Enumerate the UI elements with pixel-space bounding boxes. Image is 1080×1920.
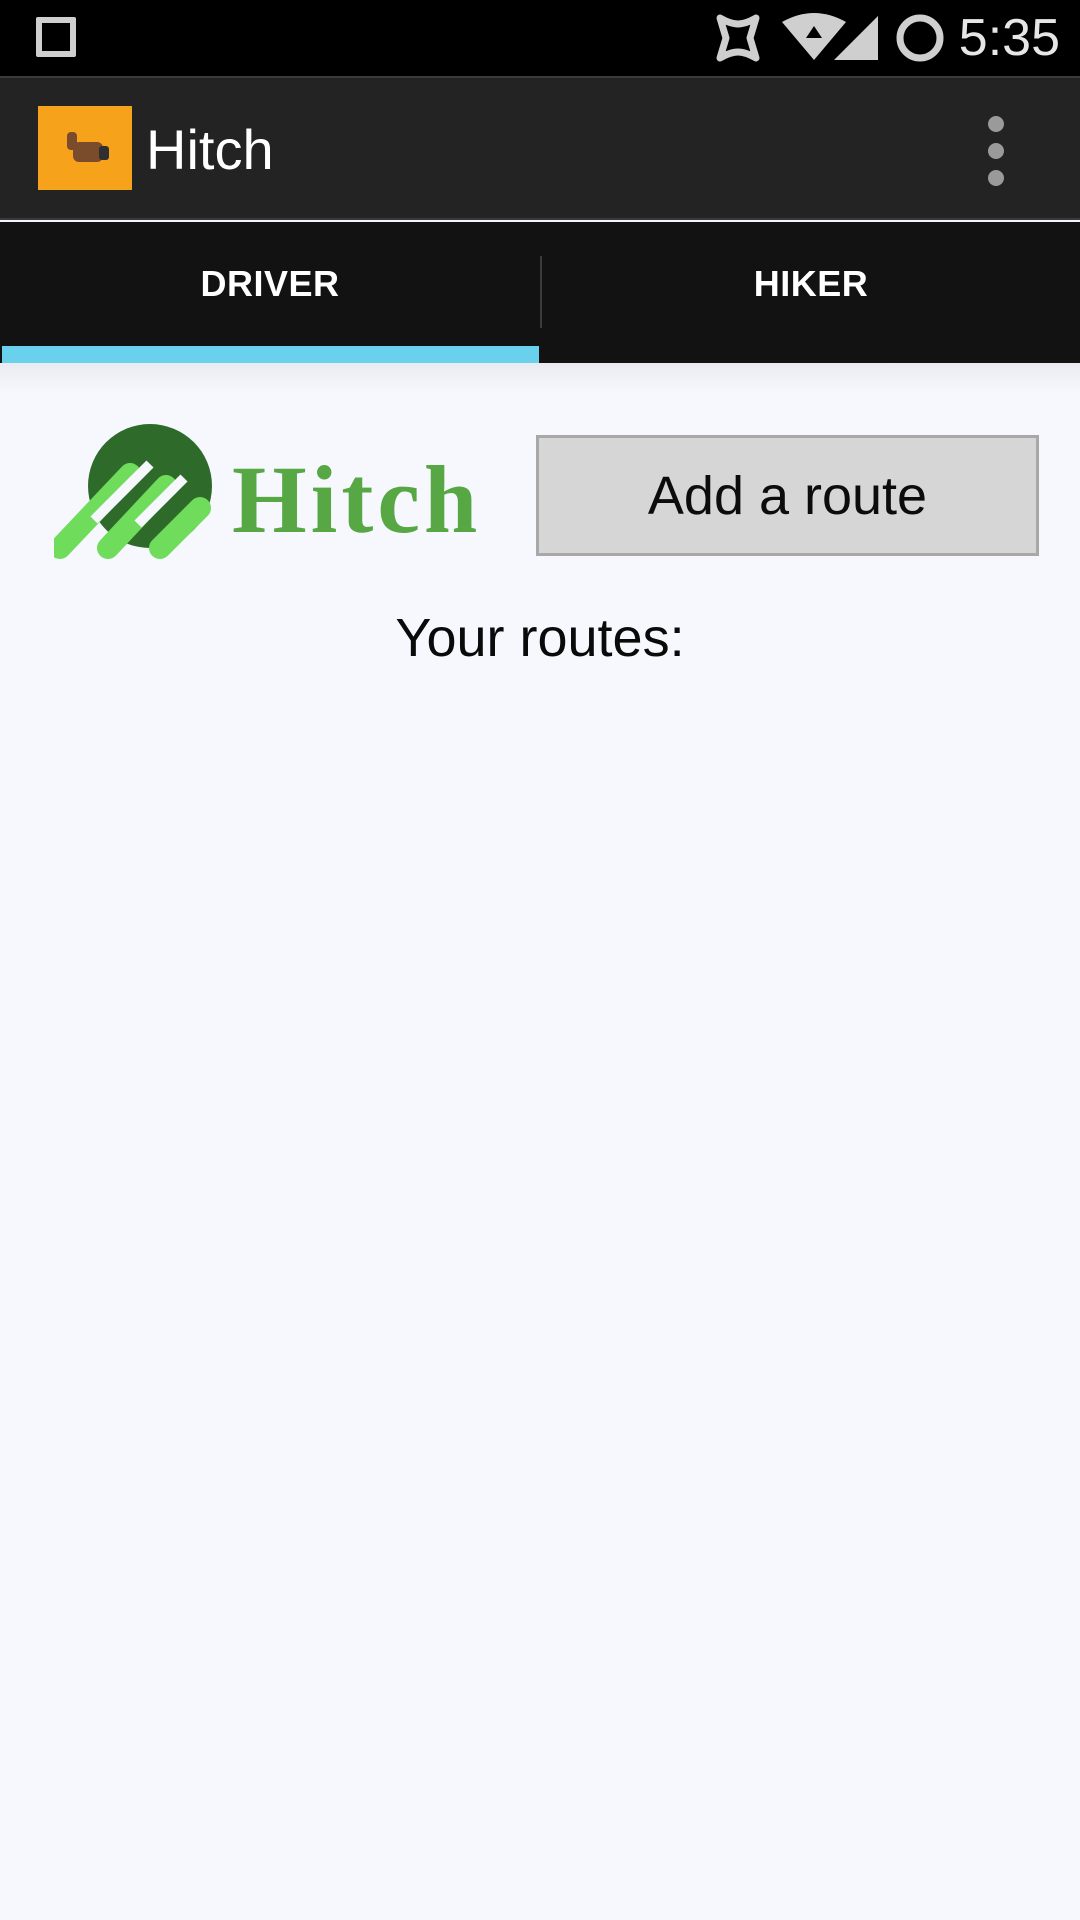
tab-hiker[interactable]: HIKER (541, 222, 1080, 363)
sync-icon (716, 14, 760, 62)
logo-text: Hitch (232, 446, 481, 553)
square-icon (36, 17, 76, 57)
thumbs-up-icon[interactable] (38, 106, 132, 190)
circle-status-icon (896, 14, 944, 62)
menu-dot (988, 170, 1004, 186)
tab-bar: DRIVER HIKER (0, 222, 1080, 363)
app-bar: Hitch (0, 76, 1080, 220)
tab-selected-indicator (2, 346, 539, 363)
overflow-menu-icon[interactable] (970, 116, 1022, 186)
add-route-button[interactable]: Add a route (536, 435, 1039, 556)
status-time: 5:35 (958, 9, 1060, 67)
status-icons (716, 13, 944, 62)
routes-heading: Your routes: (395, 608, 685, 668)
app-title: Hitch (146, 118, 274, 181)
wifi-icon (782, 13, 846, 60)
hitch-logo: Hitch (54, 424, 481, 559)
thumbs-up-glyph (67, 132, 109, 162)
status-bar: 5:35 (0, 0, 1080, 76)
tab-shadow (0, 363, 1080, 393)
menu-dot (988, 143, 1004, 159)
tab-driver[interactable]: DRIVER (0, 222, 540, 363)
logo-mark (54, 424, 212, 559)
menu-dot (988, 116, 1004, 132)
